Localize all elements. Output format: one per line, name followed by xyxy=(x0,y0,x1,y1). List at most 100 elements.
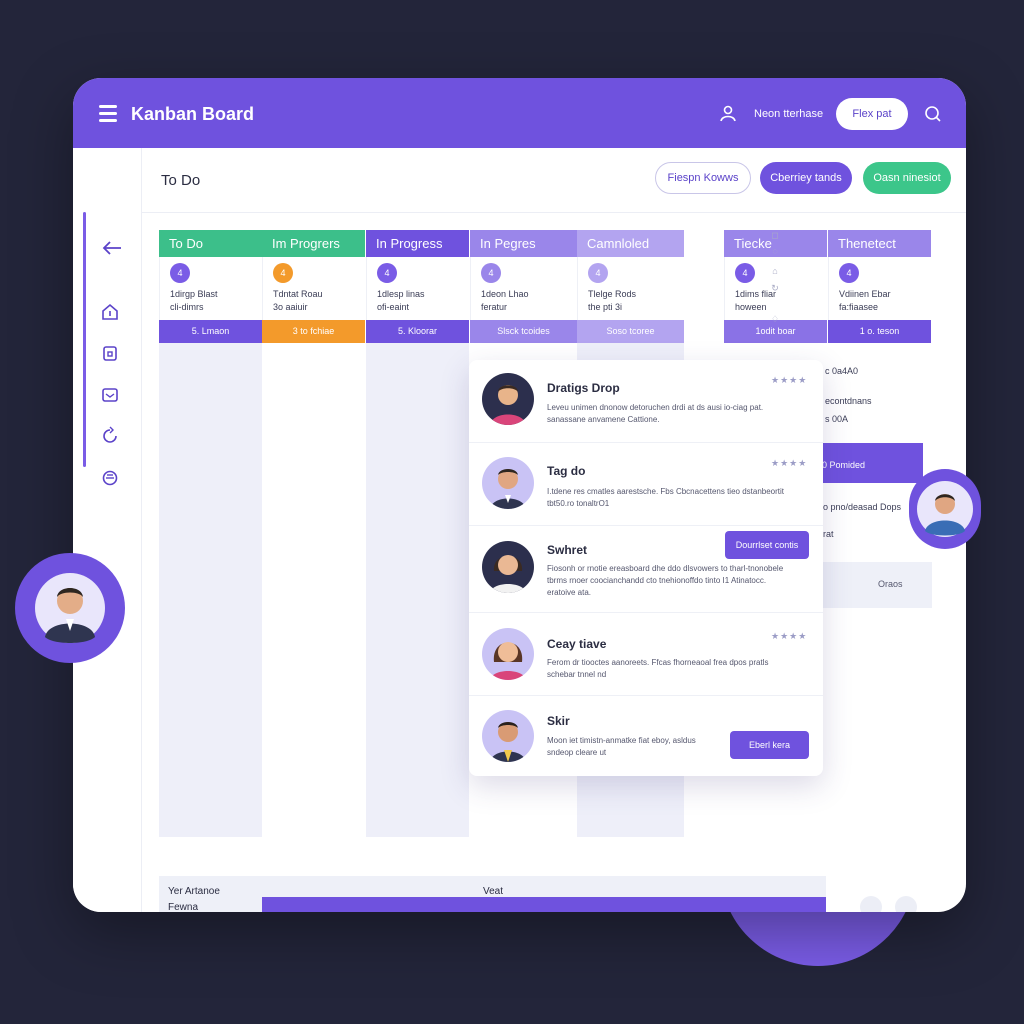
bottom-label: Fewna xyxy=(168,902,199,912)
column-header[interactable]: In Progress xyxy=(366,230,469,257)
task-title: Swhret xyxy=(547,543,588,557)
task-action-button[interactable]: Dourrlset contis xyxy=(725,531,809,559)
task-card[interactable]: 4 1dirgp Blast cli-dimrs xyxy=(159,257,262,320)
column-footer[interactable]: 5. Lmaon xyxy=(159,320,262,343)
rating-stars: ★★★★ xyxy=(771,458,808,468)
settings-icon[interactable] xyxy=(100,468,120,488)
sub-header: To Do Fiespn Kowws Cberriey tands Oasn n… xyxy=(141,148,966,213)
task-card[interactable]: 4 Tdntat Roau 3o aaiuir xyxy=(262,257,365,320)
task-item[interactable]: Skir Eberl kera Moon iet timistn-anmatke… xyxy=(469,696,823,776)
card-line: 3o aaiuir xyxy=(273,302,308,312)
task-item[interactable]: Ceay tiave ★★★★ Ferom dr tiooctes aanore… xyxy=(469,613,823,696)
card-line: cli-dimrs xyxy=(170,302,204,312)
task-card[interactable]: 4 Vdiinen Ebar fa:fiaasee xyxy=(828,257,931,320)
column-header[interactable]: In Pegres xyxy=(470,230,577,257)
search-icon[interactable] xyxy=(924,105,942,123)
count-badge: 4 xyxy=(588,263,608,283)
sidebar-active-indicator xyxy=(83,212,86,467)
task-description: Moon iet timistn-anmatke fiat eboy, asld… xyxy=(547,736,696,745)
refresh-icon[interactable] xyxy=(100,426,120,446)
column-footer[interactable]: Slsck tcoides xyxy=(470,320,577,343)
task-description: Leveu unimen dnonow detoruchen drdi at d… xyxy=(547,403,764,412)
task-description: schebar tnnel nd xyxy=(547,670,607,679)
card-text: 0 Pomided xyxy=(822,460,866,470)
task-item[interactable]: Dratigs Drop ★★★★ Leveu unimen dnonow de… xyxy=(469,360,823,443)
bottom-label: Yer Artanoe xyxy=(168,886,220,897)
column-body xyxy=(366,343,469,837)
task-item[interactable]: Swhret Dourrlset contis Fiosonh or rnoti… xyxy=(469,526,823,613)
column-header[interactable]: Thenetect xyxy=(828,230,931,257)
avatar xyxy=(482,541,534,593)
column-header[interactable]: Im Progrers xyxy=(262,230,365,257)
task-description: eratoive ata. xyxy=(547,588,592,597)
selected-card[interactable]: 0 Pomided xyxy=(818,443,923,483)
task-description: tbt50.ro tonaltrO1 xyxy=(547,499,610,508)
task-card[interactable]: 4 1dlesp linas ofi-eaint xyxy=(366,257,469,320)
decorative-dot xyxy=(895,896,917,912)
sidebar xyxy=(73,148,142,912)
filter-button[interactable]: Fiespn Kowws xyxy=(655,162,751,194)
column-body xyxy=(262,343,365,837)
user-small-icon: ⌂ xyxy=(772,266,778,276)
card-line: the pti 3i xyxy=(588,302,623,312)
progress-bar xyxy=(262,897,826,912)
back-arrow-icon[interactable] xyxy=(101,240,123,256)
rating-stars: ★★★★ xyxy=(771,375,808,385)
task-card[interactable]: 4 1deon Lhao feratur xyxy=(470,257,577,320)
task-title: Tag do xyxy=(547,464,586,478)
card-line: feratur xyxy=(481,302,508,312)
user-name: Neon tterhase xyxy=(754,108,824,120)
card-text: s 00A xyxy=(825,414,849,424)
green-action-button[interactable]: Oasn ninesiot xyxy=(863,162,951,194)
column-footer[interactable]: 3 to fchiae xyxy=(262,320,365,343)
card-text: c 0a4A0 xyxy=(825,366,859,376)
lock-icon: ◻ xyxy=(771,230,779,240)
task-title: Dratigs Drop xyxy=(547,381,620,395)
count-badge: 4 xyxy=(839,263,859,283)
bulb-icon: ♢ xyxy=(770,314,780,324)
rating-stars: ★★★★ xyxy=(771,631,808,641)
primary-action-button[interactable]: Cberriey tands xyxy=(760,162,852,194)
floating-avatar[interactable] xyxy=(909,469,981,549)
column-header[interactable]: To Do xyxy=(159,230,262,257)
decorative-dot xyxy=(860,896,882,912)
card-line: 1dlesp linas xyxy=(377,289,425,299)
card-line: 1dirgp Blast xyxy=(170,289,218,299)
count-badge: 4 xyxy=(735,263,755,283)
card[interactable]: Oraos xyxy=(818,562,932,608)
bottom-label: Veat xyxy=(483,886,504,897)
floating-avatar[interactable] xyxy=(15,553,125,663)
top-action-button[interactable]: Flex pat xyxy=(836,98,908,130)
column-footer[interactable]: 5. Kloorar xyxy=(366,320,469,343)
menu-icon[interactable] xyxy=(99,105,117,122)
lock-icon: ◌ xyxy=(772,246,778,256)
sync-icon: ↻ xyxy=(771,283,779,293)
task-description: Fiosonh or rnotie ereasboard dhe ddo dls… xyxy=(547,564,784,573)
task-description: tbrms rnoer coocianchandd cto tnehionoff… xyxy=(547,576,767,585)
card-text: Oraos xyxy=(878,579,903,589)
card-line: Vdiinen Ebar xyxy=(839,289,891,299)
column-footer[interactable]: 1 o. teson xyxy=(828,320,931,343)
count-badge: 4 xyxy=(377,263,397,283)
column-footer[interactable]: Soso tcoree xyxy=(577,320,684,343)
box-icon[interactable] xyxy=(100,343,120,363)
board-column: To Do 4 1dirgp Blast cli-dimrs 5. Lmaon xyxy=(159,230,262,837)
card-text: econtdnans xyxy=(825,396,872,406)
card-line: 1deon Lhao xyxy=(481,289,529,299)
card-line: Tdntat Roau xyxy=(273,289,323,299)
column-header[interactable]: Camnloled xyxy=(577,230,684,257)
board-column: In Progress 4 1dlesp linas ofi-eaint 5. Kloo… xyxy=(366,230,469,837)
task-card[interactable]: 4 Tlelge Rods the pti 3i xyxy=(577,257,684,320)
avatar xyxy=(482,628,534,680)
top-bar: Kanban Board Neon tterhase Flex pat xyxy=(73,78,966,148)
task-action-button[interactable]: Eberl kera xyxy=(730,731,809,759)
inbox-icon[interactable] xyxy=(100,385,120,405)
card-text: o pno/deasad Dops xyxy=(823,502,902,512)
home-icon[interactable] xyxy=(100,302,120,322)
user-icon[interactable] xyxy=(719,104,737,122)
task-description: Ferom dr tiooctes aanoreets. Ffcas fhorn… xyxy=(547,658,769,667)
task-item[interactable]: Tag do ★★★★ I.tdene res cmatles aarestsc… xyxy=(469,443,823,526)
card-line: Tlelge Rods xyxy=(588,289,637,299)
page-title: To Do xyxy=(161,172,201,189)
board-column: Im Progrers 4 Tdntat Roau 3o aaiuir 3 to fch… xyxy=(262,230,365,837)
